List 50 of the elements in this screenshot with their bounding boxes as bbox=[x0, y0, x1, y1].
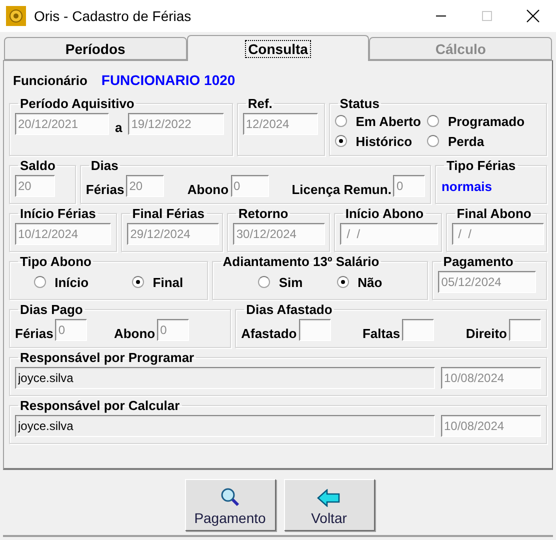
separator-label: a bbox=[115, 118, 122, 134]
maximize-icon bbox=[481, 10, 493, 22]
app-icon bbox=[6, 6, 26, 26]
field-label: Faltas bbox=[362, 324, 400, 340]
field-label: Direito bbox=[466, 324, 507, 340]
group-title: Status bbox=[338, 96, 380, 111]
search-icon bbox=[220, 487, 240, 507]
vacation-type: normais bbox=[441, 178, 492, 194]
group-title: Retorno bbox=[237, 206, 290, 221]
group-title: Dias bbox=[90, 158, 120, 173]
field-label: Férias bbox=[86, 180, 124, 196]
radio-button[interactable]: Histórico bbox=[334, 132, 421, 150]
field-label: Abono bbox=[114, 324, 156, 340]
radio-button[interactable]: Sim bbox=[258, 273, 303, 291]
radio-button[interactable]: Perda bbox=[426, 132, 525, 150]
input-field[interactable]: joyce.silva bbox=[15, 367, 435, 389]
group-title: Dias Pago bbox=[19, 302, 84, 317]
group-title: Adiantamento 13º Salário bbox=[222, 254, 380, 269]
group-title: Tipo Abono bbox=[19, 254, 92, 269]
field-label: Férias bbox=[15, 324, 54, 340]
back-button[interactable]: Voltar bbox=[284, 479, 374, 531]
radio-button[interactable]: Início bbox=[34, 273, 89, 291]
group-title: Tipo Férias bbox=[445, 158, 517, 173]
group-title: Responsável por Programar bbox=[19, 350, 196, 365]
employee-name: FUNCIONARIO 1020 bbox=[101, 72, 236, 88]
tab[interactable]: Períodos bbox=[4, 37, 187, 60]
group-title: Dias Afastado bbox=[245, 302, 334, 317]
group-title: Saldo bbox=[19, 158, 56, 173]
radio-button[interactable]: Em Aberto bbox=[334, 112, 421, 130]
group-title: Final Abono bbox=[456, 206, 532, 221]
radio-button[interactable]: Não bbox=[336, 273, 382, 291]
arrow-left-icon bbox=[317, 489, 341, 507]
field-label: Licença Remun. bbox=[292, 180, 392, 196]
group-title: Início Abono bbox=[344, 206, 425, 221]
field-label: Abono bbox=[187, 180, 229, 196]
group-title: Ref. bbox=[246, 96, 274, 111]
group-title: Pagamento bbox=[442, 254, 514, 269]
group-title: Final Férias bbox=[131, 206, 206, 221]
radio-button[interactable]: Programado bbox=[426, 112, 525, 130]
close-icon bbox=[526, 9, 540, 23]
field-label: Afastado bbox=[241, 324, 297, 340]
window-title: Oris - Cadastro de Férias bbox=[34, 8, 192, 24]
group-title: Período Aquisitivo bbox=[19, 96, 136, 111]
group-title: Responsável por Calcular bbox=[19, 398, 181, 413]
tab[interactable]: Consulta bbox=[186, 35, 370, 61]
group-title: Início Férias bbox=[19, 206, 97, 221]
employee-label: Funcionário bbox=[13, 72, 88, 88]
payment-button[interactable]: Pagamento bbox=[184, 479, 276, 531]
radio-button[interactable]: Final bbox=[132, 273, 184, 291]
input-field[interactable]: joyce.silva bbox=[15, 415, 435, 437]
